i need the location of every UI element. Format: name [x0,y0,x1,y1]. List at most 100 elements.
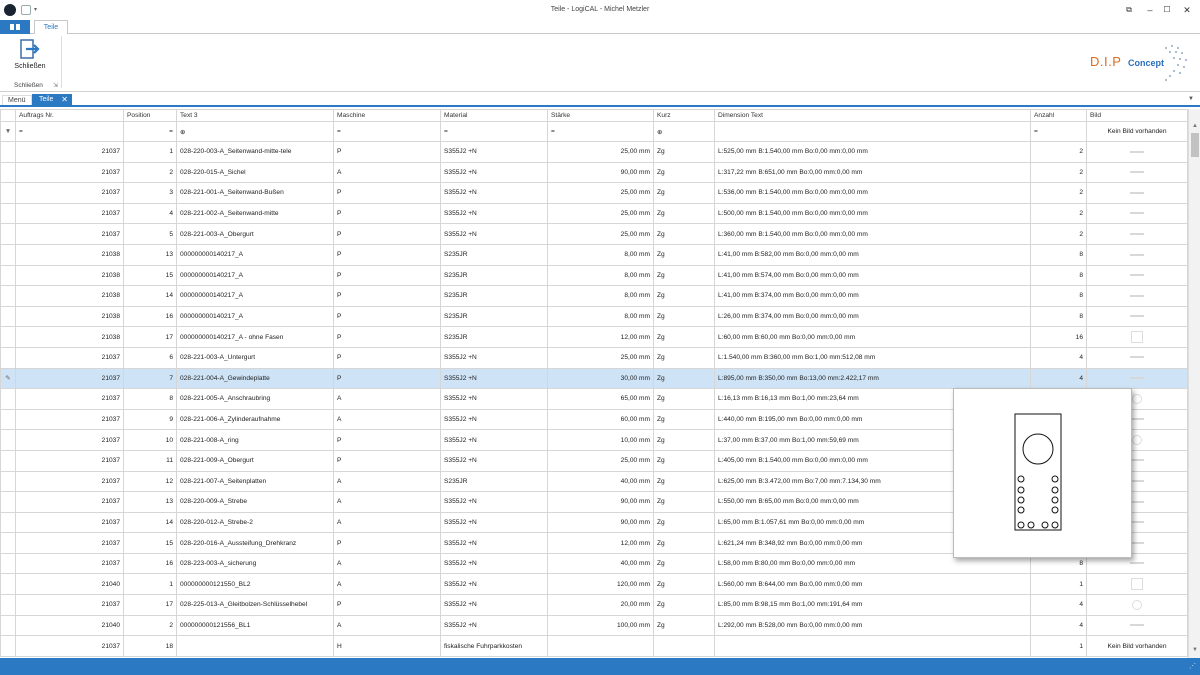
row-indicator[interactable] [0,408,16,431]
cell-auftrag[interactable]: 21037 [15,346,124,369]
cell-maschine[interactable]: P [333,367,441,390]
cell-material[interactable]: S235JR [440,264,548,287]
cell-material[interactable]: S235JR [440,326,548,348]
cell-anzahl[interactable]: 4 [1030,346,1087,369]
cell-pos[interactable]: 4 [123,202,177,225]
column-header[interactable]: Auftrags Nr. [15,109,124,122]
cell-maschine[interactable]: P [333,243,441,266]
cell-kurz[interactable]: Zg [653,511,715,534]
row-indicator[interactable] [0,141,16,163]
cell-auftrag[interactable]: 21037 [15,449,124,472]
cell-material[interactable]: S355J2 +N [440,594,548,616]
cell-anzahl[interactable]: 2 [1030,202,1087,225]
cell-anzahl[interactable]: 8 [1030,264,1087,287]
cell-staerke[interactable]: 8,00 mm [547,305,654,328]
cell-text[interactable]: 028-220-003-A_Seitenwand-mitte-tele [176,141,334,163]
filter-cell[interactable] [714,121,1031,142]
cell-text[interactable]: 028-225-013-A_Gleitbolzen-Schlüsselhebel [176,594,334,616]
cell-auftrag[interactable]: 21037 [15,161,124,184]
table-row[interactable]: 21038 16 000000000140217_A P S235JR 8,00 mm Zg… [0,305,1188,328]
cell-text[interactable]: 000000000140217_A - ohne Fasen [176,326,334,348]
cell-maschine[interactable]: H [333,635,441,657]
cell-maschine[interactable]: A [333,614,441,637]
filter-cell[interactable]: = [1030,121,1087,142]
cell-kurz[interactable]: Zg [653,552,715,575]
cell-kurz[interactable]: Zg [653,141,715,163]
cell-bild[interactable] [1086,346,1188,369]
cell-kurz[interactable]: Zg [653,243,715,266]
cell-dim[interactable]: L:500,00 mm B:1.540,00 mm Bo:0,00 mm:0,0… [714,202,1031,225]
table-row[interactable]: 21037 5 028-221-003-A_Obergurt P S355J2 +N 25… [0,223,1188,245]
cell-staerke[interactable]: 90,00 mm [547,511,654,534]
cell-anzahl[interactable]: 4 [1030,594,1087,616]
cell-auftrag[interactable]: 21038 [15,264,124,287]
cell-auftrag[interactable]: 21038 [15,326,124,348]
cell-anzahl[interactable]: 16 [1030,326,1087,348]
tab-menu[interactable]: Menü [2,95,32,105]
cell-text[interactable]: 028-220-009-A_Strebe [176,491,334,513]
cell-auftrag[interactable]: 21038 [15,305,124,328]
cell-dim[interactable]: L:41,00 mm B:574,00 mm Bo:0,00 mm:0,00 m… [714,264,1031,287]
cell-dim[interactable]: L:317,22 mm B:651,00 mm Bo:0,00 mm:0,00 … [714,161,1031,184]
scroll-down-icon[interactable]: ▼ [1189,647,1200,653]
cell-text[interactable]: 028-221-005-A_Anschraubring [176,388,334,410]
cell-staerke[interactable]: 12,00 mm [547,532,654,554]
cell-dim[interactable]: L:1.540,00 mm B:360,00 mm Bo:1,00 mm:512… [714,346,1031,369]
cell-kurz[interactable]: Zg [653,223,715,245]
column-header[interactable]: Maschine [333,109,441,122]
cell-auftrag[interactable]: 21037 [15,388,124,410]
cell-text[interactable]: 028-220-015-A_Sichel [176,161,334,184]
table-row[interactable]: 21038 15 000000000140217_A P S235JR 8,00 mm Zg… [0,264,1188,287]
row-indicator[interactable] [0,223,16,245]
cell-dim[interactable]: L:85,00 mm B:98,15 mm Bo:1,00 mm:191,64 … [714,594,1031,616]
cell-maschine[interactable]: P [333,305,441,328]
row-indicator[interactable] [0,161,16,184]
cell-staerke[interactable]: 90,00 mm [547,491,654,513]
cell-anzahl[interactable]: 8 [1030,305,1087,328]
cell-text[interactable]: 028-221-004-A_Gewindeplatte [176,367,334,390]
cell-material[interactable]: S235JR [440,470,548,493]
cell-auftrag[interactable]: 21037 [15,594,124,616]
cell-maschine[interactable]: A [333,388,441,410]
restore-icon[interactable]: ⧉ [1122,4,1136,16]
column-header[interactable]: Text 3 [176,109,334,122]
cell-kurz[interactable]: Zg [653,182,715,204]
row-indicator[interactable] [0,388,16,410]
cell-maschine[interactable]: P [333,141,441,163]
cell-anzahl[interactable]: 8 [1030,285,1087,307]
cell-text[interactable]: 028-221-001-A_Seitenwand-Bußen [176,182,334,204]
table-row[interactable]: 21037 6 028-221-003-A_Untergurt P S355J2 +N 2… [0,346,1188,369]
table-row[interactable]: 21037 2 028-220-015-A_Sichel A S355J2 +N 90,0… [0,161,1188,184]
cell-maschine[interactable]: P [333,429,441,451]
cell-pos[interactable]: 1 [123,141,177,163]
scroll-up-icon[interactable]: ▲ [1189,123,1200,129]
cell-staerke[interactable]: 25,00 mm [547,202,654,225]
cell-material[interactable]: S355J2 +N [440,573,548,596]
cell-staerke[interactable] [547,635,654,657]
cell-maschine[interactable]: A [333,511,441,534]
row-indicator[interactable] [0,326,16,348]
row-indicator[interactable]: ✎ [0,367,16,390]
cell-anzahl[interactable]: 4 [1030,367,1087,390]
cell-dim[interactable]: L:525,00 mm B:1.540,00 mm Bo:0,00 mm:0,0… [714,141,1031,163]
cell-anzahl[interactable]: 8 [1030,243,1087,266]
column-header[interactable]: Kurz [653,109,715,122]
cell-kurz[interactable]: Zg [653,388,715,410]
cell-material[interactable]: S355J2 +N [440,491,548,513]
cell-anzahl[interactable]: 2 [1030,161,1087,184]
cell-kurz[interactable]: Zg [653,161,715,184]
cell-text[interactable]: 000000000140217_A [176,243,334,266]
cell-auftrag[interactable]: 21037 [15,552,124,575]
cell-staerke[interactable]: 12,00 mm [547,326,654,348]
column-header[interactable]: Bild [1086,109,1188,122]
table-row[interactable]: 21040 2 000000000121556_BL1 A S355J2 +N 100,0… [0,614,1188,637]
cell-kurz[interactable]: Zg [653,408,715,431]
cell-staerke[interactable]: 25,00 mm [547,182,654,204]
cell-text[interactable]: 000000000140217_A [176,305,334,328]
cell-auftrag[interactable]: 21037 [15,635,124,657]
cell-material[interactable]: S355J2 +N [440,429,548,451]
scroll-thumb[interactable] [1191,133,1199,157]
table-row[interactable]: 21037 17 028-225-013-A_Gleitbolzen-Schlüss… [0,594,1188,616]
row-indicator[interactable] [0,285,16,307]
row-indicator[interactable] [0,243,16,266]
